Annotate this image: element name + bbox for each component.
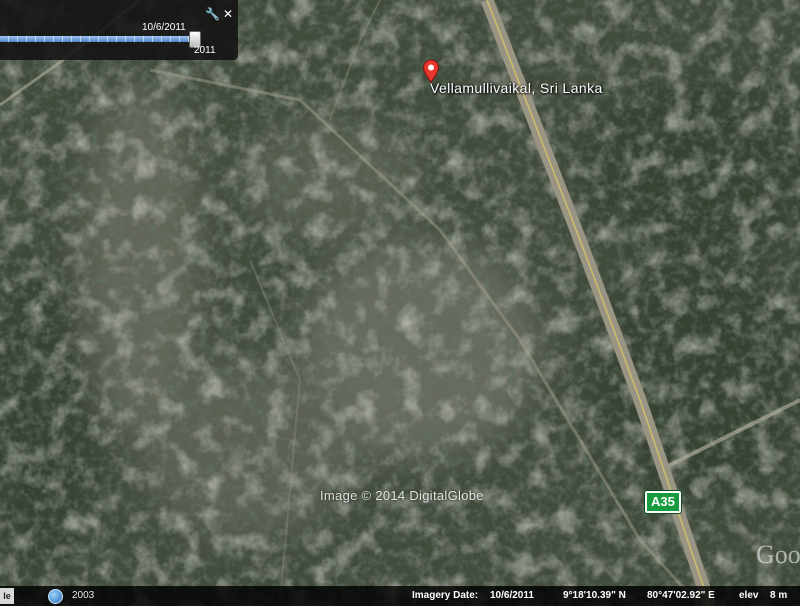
placemark-label[interactable]: Vellamullivaikal, Sri Lanka [430,80,603,96]
historical-year: 2003 [72,590,95,601]
elevation-value: 8 m [770,590,788,601]
historical-imagery-slider: 10/6/2011 2011 🔧 ✕ [0,0,238,60]
road-shield-a35[interactable]: A35 [645,491,681,513]
globe-icon[interactable] [48,589,63,604]
close-icon[interactable]: ✕ [221,7,235,21]
status-bar: le 2003 Imagery Date: 10/6/2011 9°18'10.… [0,586,800,606]
imagery-credit: Image © 2014 DigitalGlobe [320,488,484,503]
satellite-terrain [0,0,800,606]
slider-ticks [0,36,200,42]
elevation-label: elev [739,590,759,601]
imagery-date-label: Imagery Date: [412,590,479,601]
longitude-readout: 80°47'02.92" E [647,590,715,601]
imagery-date-value: 10/6/2011 [490,590,534,601]
google-watermark: Goo [756,540,800,569]
status-left-tab[interactable]: le [0,588,14,604]
wrench-icon[interactable]: 🔧 [205,7,220,21]
slider-end-year: 2011 [194,45,216,56]
satellite-map-view[interactable]: 10/6/2011 2011 🔧 ✕ Vellamullivaikal, Sri… [0,0,800,606]
latitude-readout: 9°18'10.39" N [563,590,626,601]
slider-date-label: 10/6/2011 [142,22,186,33]
